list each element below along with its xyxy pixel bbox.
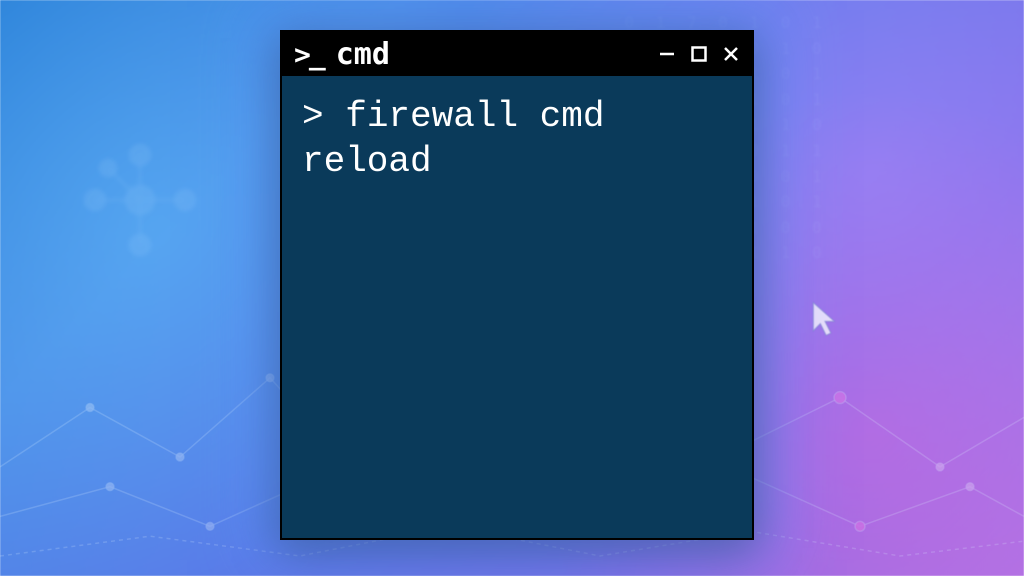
terminal-window[interactable]: >_ cmd > firewall cmd reload	[280, 30, 754, 540]
maximize-icon	[690, 45, 708, 63]
window-controls	[656, 43, 742, 65]
molecule-decor	[80, 140, 200, 260]
window-title: cmd	[336, 37, 656, 72]
minimize-button[interactable]	[656, 43, 678, 65]
minimize-icon	[658, 45, 676, 63]
terminal-body[interactable]: > firewall cmd reload	[282, 76, 752, 202]
titlebar[interactable]: >_ cmd	[282, 32, 752, 76]
terminal-icon: >_	[294, 38, 324, 71]
cursor-pointer-decor	[811, 300, 839, 338]
close-button[interactable]	[720, 43, 742, 65]
close-icon	[722, 45, 740, 63]
command-text: firewall cmd reload	[302, 96, 604, 182]
prompt-symbol: >	[302, 96, 345, 137]
maximize-button[interactable]	[688, 43, 710, 65]
